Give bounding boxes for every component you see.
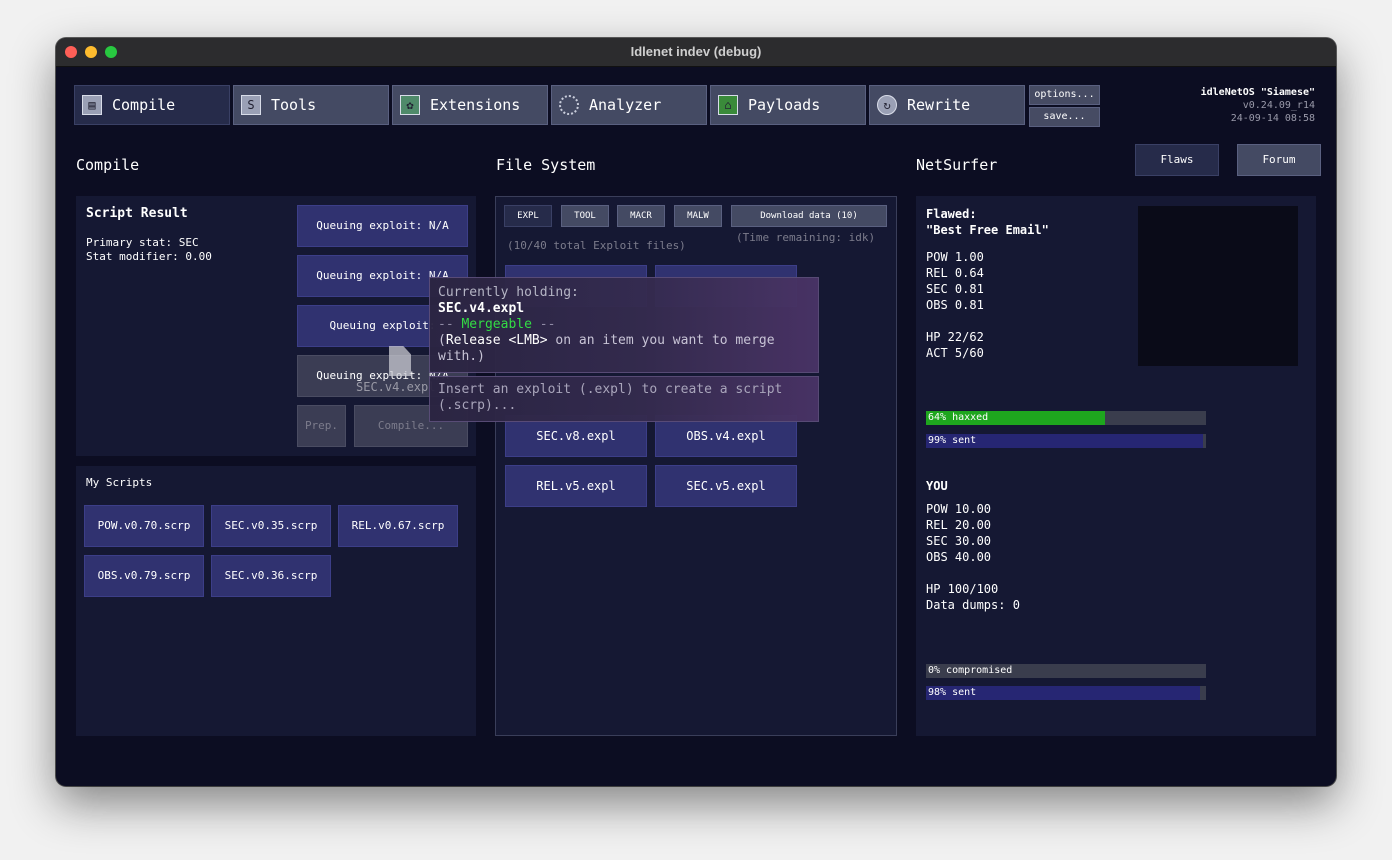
queue-slot-1[interactable]: Queuing exploit: N/A: [297, 205, 468, 247]
extensions-icon: ✿: [400, 95, 420, 115]
target-act: ACT 5/60: [926, 346, 984, 360]
title-bar: Idlenet indev (debug): [56, 38, 1336, 67]
os-info: idleNetOS "Siamese" v0.24.09_r14 24-09-1…: [1201, 86, 1315, 125]
target-image: [1138, 206, 1298, 366]
stat-modifier: Stat modifier: 0.00: [86, 250, 212, 263]
payloads-icon: ⌂: [718, 95, 738, 115]
compromised-bar: 0% compromised: [926, 664, 1206, 678]
download-data-button[interactable]: Download data (10): [731, 205, 887, 227]
file-item[interactable]: SEC.v5.expl: [655, 465, 797, 507]
target-stat-obs: OBS 0.81: [926, 298, 984, 312]
tooltip-mergeable: -- Mergeable --: [438, 317, 808, 333]
script-item[interactable]: SEC.v0.36.scrp: [211, 555, 331, 597]
tools-icon: S: [241, 95, 261, 115]
tab-label: Payloads: [748, 96, 821, 114]
target-stat-sec: SEC 0.81: [926, 282, 984, 296]
tab-label: Compile: [112, 96, 176, 114]
forum-button[interactable]: Forum: [1237, 144, 1321, 176]
fs-tab-malw[interactable]: MALW: [674, 205, 722, 227]
tab-payloads[interactable]: ⌂ Payloads: [710, 85, 866, 125]
you-label: YOU: [926, 479, 948, 493]
sent-bar-target-label: 99% sent: [928, 435, 977, 446]
tab-label: Analyzer: [589, 96, 662, 114]
haxxed-bar: 64% haxxed: [926, 411, 1206, 425]
os-version: v0.24.09_r14: [1242, 100, 1315, 111]
os-datetime: 24-09-14 08:58: [1230, 113, 1315, 124]
target-header: Flawed: "Best Free Email": [926, 206, 1049, 238]
compromised-bar-label: 0% compromised: [928, 665, 1013, 676]
fs-tab-macr[interactable]: MACR: [617, 205, 665, 227]
script-result-stats: Primary stat: SEC Stat modifier: 0.00: [86, 236, 212, 264]
script-result-title: Script Result: [86, 206, 188, 221]
flaws-button[interactable]: Flaws: [1135, 144, 1219, 176]
script-item[interactable]: POW.v0.70.scrp: [84, 505, 204, 547]
tab-label: Tools: [271, 96, 317, 114]
tab-label: Extensions: [430, 96, 521, 114]
tooltip-mergeable-pre: --: [438, 317, 462, 332]
window-title: Idlenet indev (debug): [630, 44, 762, 59]
you-stats: POW 10.00 REL 20.00 SEC 30.00 OBS 40.00 …: [926, 501, 1020, 613]
tooltip-mergeable-post: --: [531, 317, 556, 332]
data-dumps: Data dumps: 0: [926, 598, 1020, 612]
fs-tab-tool[interactable]: TOOL: [561, 205, 609, 227]
time-remaining-label: (Time remaining: idk): [736, 231, 876, 244]
tooltip-mergeable-label: Mergeable: [461, 317, 532, 332]
tab-compile[interactable]: ▤ Compile: [74, 85, 230, 125]
file-item[interactable]: REL.v5.expl: [505, 465, 647, 507]
target-hp: HP 22/62: [926, 330, 984, 344]
options-button[interactable]: options...: [1029, 85, 1100, 105]
save-button[interactable]: save...: [1029, 107, 1100, 127]
tooltip-content: Currently holding: SEC.v4.expl -- Mergea…: [438, 285, 808, 365]
target-name: "Best Free Email": [926, 223, 1049, 237]
file-system-section-title: File System: [496, 156, 596, 174]
dragged-file-label: SEC.v4.expl: [356, 380, 436, 394]
close-window-button[interactable]: [65, 46, 77, 58]
analyzer-icon: [559, 95, 579, 115]
tooltip-hint: Insert an exploit (.expl) to create a sc…: [438, 382, 783, 413]
compile-section-title: Compile: [76, 156, 140, 174]
tab-extensions[interactable]: ✿ Extensions: [392, 85, 548, 125]
prep-button[interactable]: Prep.: [297, 405, 346, 447]
script-item[interactable]: OBS.v0.79.scrp: [84, 555, 204, 597]
tooltip-item: SEC.v4.expl: [438, 301, 525, 316]
tab-rewrite[interactable]: ↻ Rewrite: [869, 85, 1025, 125]
target-stats: POW 1.00 REL 0.64 SEC 0.81 OBS 0.81 HP 2…: [926, 249, 984, 361]
primary-stat: Primary stat: SEC: [86, 236, 199, 249]
my-scripts-title: My Scripts: [86, 476, 153, 489]
os-name: idleNetOS "Siamese": [1200, 87, 1315, 98]
netsurfer-section-title: NetSurfer: [916, 156, 998, 174]
haxxed-bar-label: 64% haxxed: [928, 412, 989, 423]
app-content: ▤ Compile S Tools ✿ Extensions Analyzer …: [56, 67, 1336, 786]
sent-bar-target: 99% sent: [926, 434, 1206, 448]
you-stat-obs: OBS 40.00: [926, 550, 992, 564]
tooltip-release-key: Release <LMB>: [445, 333, 548, 348]
you-stat-rel: REL 20.00: [926, 518, 992, 532]
you-hp: HP 100/100: [926, 582, 999, 596]
rewrite-icon: ↻: [877, 95, 897, 115]
tab-analyzer[interactable]: Analyzer: [551, 85, 707, 125]
tooltip-release-open: (: [438, 333, 446, 348]
fs-tab-expl[interactable]: EXPL: [504, 205, 552, 227]
tooltip-line1: Currently holding:: [438, 285, 579, 300]
minimize-window-button[interactable]: [85, 46, 97, 58]
sent-bar-you: 98% sent: [926, 686, 1206, 700]
prep-label: Prep.: [304, 419, 339, 432]
script-item[interactable]: REL.v0.67.scrp: [338, 505, 458, 547]
tab-label: Rewrite: [907, 96, 971, 114]
you-stat-pow: POW 10.00: [926, 502, 992, 516]
sent-bar-you-label: 98% sent: [928, 687, 977, 698]
app-window: Idlenet indev (debug) ▤ Compile S Tools …: [56, 38, 1336, 786]
target-stat-rel: REL 0.64: [926, 266, 984, 280]
zoom-window-button[interactable]: [105, 46, 117, 58]
target-label: Flawed:: [926, 207, 977, 221]
you-stat-sec: SEC 30.00: [926, 534, 992, 548]
tooltip-release: (Release <LMB> on an item you want to me…: [438, 333, 808, 365]
compile-icon: ▤: [82, 95, 102, 115]
total-files-label: (10/40 total Exploit files): [507, 239, 686, 252]
target-stat-pow: POW 1.00: [926, 250, 984, 264]
script-item[interactable]: SEC.v0.35.scrp: [211, 505, 331, 547]
tab-tools[interactable]: S Tools: [233, 85, 389, 125]
